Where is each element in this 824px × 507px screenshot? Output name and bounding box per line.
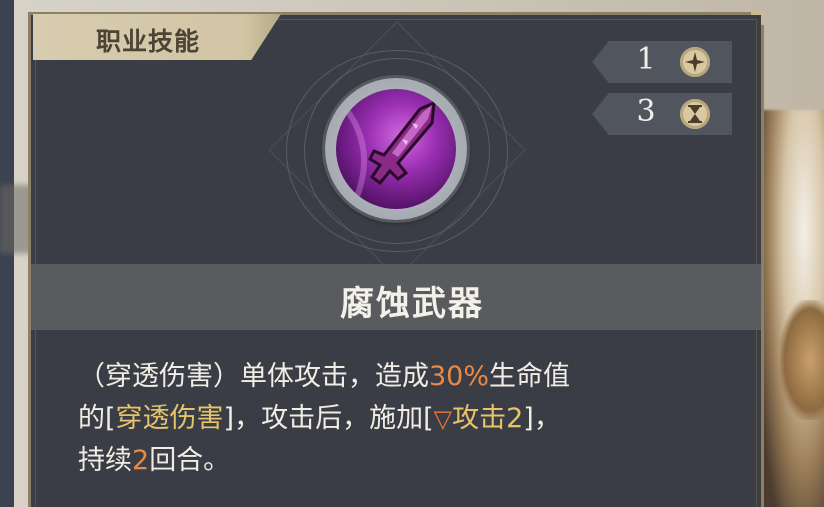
sparkle-star-icon <box>680 47 710 77</box>
desc-text: 持续 <box>78 445 132 476</box>
duration-value: 2 <box>132 445 150 476</box>
desc-text: 回合。 <box>149 445 231 476</box>
skill-description: （穿透伤害）单体攻击，造成30%生命值 的[穿透伤害]，攻击后，施加[▽攻击2]… <box>78 356 718 482</box>
desc-text: （穿透伤害）单体攻击，造成 <box>78 361 429 392</box>
hourglass-glyph <box>688 105 702 123</box>
background-left-band <box>0 0 14 507</box>
cooldown-value: 3 <box>636 94 656 129</box>
skill-name: 腐蚀武器 <box>340 284 484 324</box>
debuff-keyword[interactable]: 攻击2 <box>452 403 523 434</box>
sparkle-star-glyph <box>685 52 705 72</box>
desc-text: 的[ <box>78 403 116 434</box>
corroded-sword-icon <box>336 89 456 209</box>
desc-text: ]，攻击后，施加[ <box>223 403 434 434</box>
desc-text: 生命值 <box>489 361 571 392</box>
game-screen: █ █ █ █ █ █ █ █ 职业技能 1 3 <box>0 0 824 507</box>
energy-cost-value: 1 <box>636 42 656 77</box>
sword-glyph <box>343 100 436 201</box>
skill-icon-frame[interactable] <box>325 78 467 220</box>
debuff-down-arrow-icon: ▽ <box>433 405 453 433</box>
skill-category-label: 职业技能 <box>96 27 201 56</box>
panel-corner-ornament <box>751 12 764 25</box>
desc-text: ]， <box>523 403 561 434</box>
damage-percent: 30% <box>429 361 490 392</box>
hourglass-icon <box>680 99 710 129</box>
damage-type-keyword[interactable]: 穿透伤害 <box>116 403 224 434</box>
